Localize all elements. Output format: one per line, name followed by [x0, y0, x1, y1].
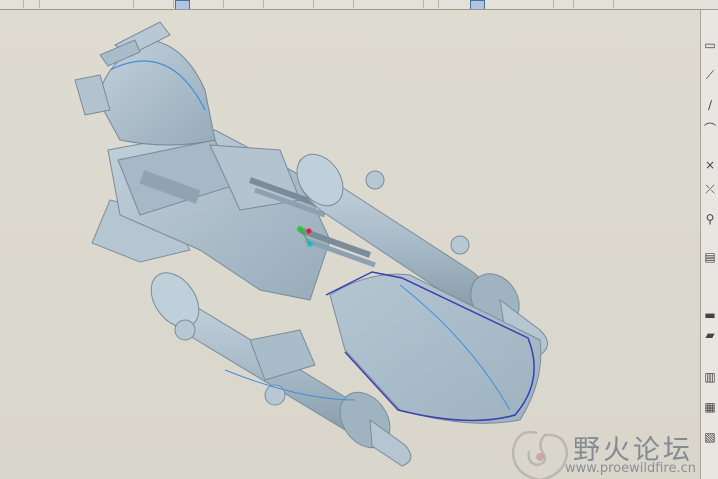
right-toolbar: ▭ ⟋ ∕ ⌒ × ⤫ ⚲ ▤ ▬ ▰ ▥ ▦ ▧: [700, 10, 718, 479]
view-icon[interactable]: [470, 0, 485, 9]
model-viewport[interactable]: 野火论坛 www.proewildfire.cn: [0, 10, 700, 479]
folder-open-icon[interactable]: ▰: [703, 328, 717, 342]
select-icon[interactable]: [175, 0, 190, 9]
datum-axis-icon[interactable]: ⟋: [703, 68, 717, 82]
folder-icon[interactable]: ▬: [703, 308, 717, 322]
forum-logo-icon: [511, 430, 569, 479]
redo-icon[interactable]: [160, 0, 174, 8]
shade-icon[interactable]: [560, 0, 574, 8]
datum-axis-icon[interactable]: [410, 0, 424, 8]
3d-model-render[interactable]: [0, 10, 700, 479]
datum-plane-icon[interactable]: [340, 0, 354, 8]
analysis-icon[interactable]: ⚲: [703, 212, 717, 226]
datum-plane-icon[interactable]: ▭: [703, 38, 717, 52]
chart-icon[interactable]: ▧: [703, 430, 717, 444]
table-icon[interactable]: ▦: [703, 400, 717, 414]
layer-icon[interactable]: [540, 0, 554, 8]
pan-icon[interactable]: [250, 0, 264, 8]
zoom-icon[interactable]: [210, 0, 224, 8]
watermark-url: www.proewildfire.cn: [565, 461, 696, 476]
coordinate-system-icon[interactable]: ⤫: [703, 182, 717, 196]
save-icon[interactable]: [10, 0, 24, 8]
undo-icon[interactable]: [120, 0, 134, 8]
datum-point-icon[interactable]: [425, 0, 439, 8]
print-icon[interactable]: [26, 0, 40, 8]
layer-icon[interactable]: ▥: [703, 370, 717, 384]
sketch-icon[interactable]: ∕: [703, 98, 717, 112]
note-icon[interactable]: ▤: [703, 250, 717, 264]
arc-icon[interactable]: ⌒: [703, 122, 717, 136]
datum-point-icon[interactable]: ×: [703, 158, 717, 172]
appearance-icon[interactable]: [600, 0, 614, 8]
top-toolbar: [0, 0, 718, 10]
rotate-icon[interactable]: [300, 0, 314, 8]
